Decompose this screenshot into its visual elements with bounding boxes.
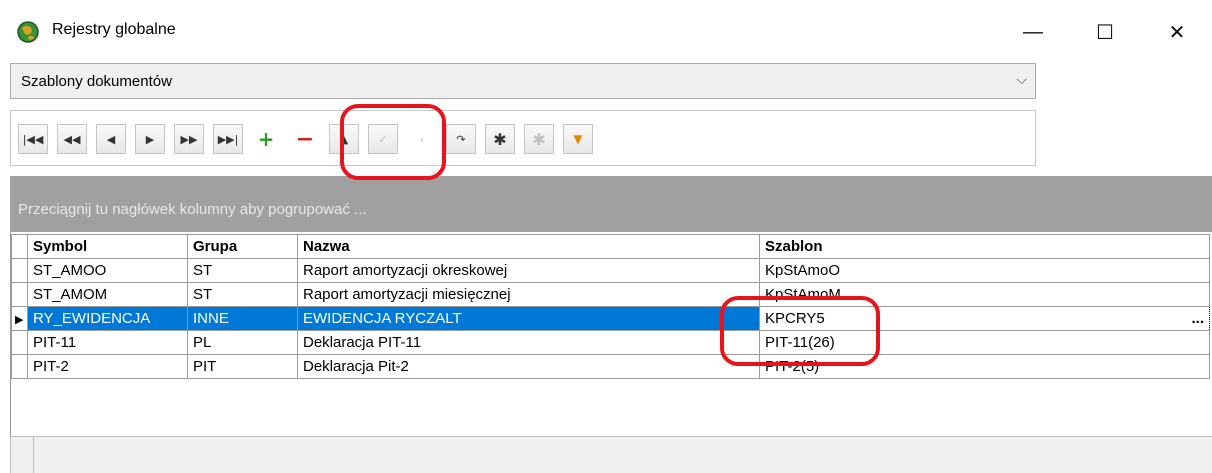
cell-grupa[interactable]: ST [187,282,298,307]
group-by-hint: Przeciągnij tu nagłówek kolumny aby pogr… [18,201,367,218]
add-record-button[interactable]: + [251,124,281,154]
group-by-panel[interactable]: Przeciągnij tu nagłówek kolumny aby pogr… [10,176,1212,232]
row-indicator: ▶ [11,306,28,331]
table-row[interactable]: ST_AMOO ST Raport amortyzacji okreskowej… [11,258,1210,283]
filter-disabled-button[interactable]: ✱ [524,124,554,154]
filter-button[interactable]: ▼ [563,124,593,154]
cell-grupa[interactable]: INNE [187,306,298,331]
maximize-icon: ☐ [1096,21,1114,44]
app-globe-icon [17,21,39,43]
minus-icon: − [295,126,315,152]
row-indicator [11,282,28,307]
cell-symbol[interactable]: ST_AMOO [27,258,188,283]
row-indicator [11,258,28,283]
register-select[interactable]: Szablony dokumentów ⌵ [10,63,1036,99]
refresh-button[interactable]: ↷ [446,124,476,154]
cell-grupa[interactable]: ST [187,258,298,283]
cell-symbol[interactable]: PIT-2 [27,354,188,379]
annotation-szablon-highlight [720,296,880,366]
first-record-button[interactable]: |◀◀ [18,124,48,154]
annotation-toolbar-highlight [340,104,446,180]
prev-record-icon: ◀ [106,132,116,146]
close-button[interactable]: ✕ [1154,14,1200,50]
cell-nazwa[interactable]: Deklaracja Pit-2 [297,354,760,379]
cell-grupa[interactable]: PL [187,330,298,355]
plus-icon: + [257,127,275,151]
cell-nazwa[interactable]: Raport amortyzacji okreskowej [297,258,760,283]
delete-record-button[interactable]: − [290,124,320,154]
footer-panel [33,437,1212,473]
chevron-down-icon[interactable]: ⌵ [1016,71,1027,88]
column-header-szablon[interactable]: Szablon [759,234,1210,259]
column-header-symbol[interactable]: Symbol [27,234,188,259]
row-indicator [11,354,28,379]
last-record-icon: ▶▶| [217,132,239,146]
ellipsis-button[interactable]: ... [1191,310,1204,327]
next-page-icon: ▶▶ [180,132,198,146]
navigator-toolbar: |◀◀ ◀◀ ◀ ▶ ▶▶ ▶▶| + − ▲ ✓ ‹ ↷ ✱ ✱ ▼ [10,110,1036,166]
grid-footer [10,436,1212,473]
maximize-button[interactable]: ☐ [1082,14,1128,50]
refresh-icon: ↷ [456,132,466,146]
asterisk-icon: ✱ [493,129,507,149]
cell-grupa[interactable]: PIT [187,354,298,379]
close-icon: ✕ [1168,21,1186,44]
row-indicator [11,330,28,355]
cell-nazwa[interactable]: EWIDENCJA RYCZALT [297,306,760,331]
register-select-value: Szablony dokumentów [21,73,172,90]
table-row-selected[interactable]: ▶ RY_EWIDENCJA INNE EWIDENCJA RYCZALT KP… [11,306,1210,331]
next-record-button[interactable]: ▶ [135,124,165,154]
first-record-icon: |◀◀ [22,132,44,146]
table-row[interactable]: ST_AMOM ST Raport amortyzacji miesięczne… [11,282,1210,307]
current-row-arrow-icon: ▶ [15,314,24,326]
minimize-button[interactable]: — [1010,14,1056,50]
cell-symbol[interactable]: PIT-11 [27,330,188,355]
cell-nazwa[interactable]: Raport amortyzacji miesięcznej [297,282,760,307]
prev-record-button[interactable]: ◀ [96,124,126,154]
window-title: Rejestry globalne [52,21,176,38]
next-record-icon: ▶ [145,132,155,146]
asterisk-disabled-icon: ✱ [532,129,546,149]
header-row: Symbol Grupa Nazwa Szablon [11,234,1210,259]
indicator-header [11,234,28,259]
table-row[interactable]: PIT-2 PIT Deklaracja Pit-2 PIT-2(5) [11,354,1210,379]
templates-table: Symbol Grupa Nazwa Szablon ST_AMOO ST Ra… [11,234,1210,379]
minimize-icon: — [1023,20,1043,43]
prev-page-icon: ◀◀ [63,132,81,146]
cell-nazwa[interactable]: Deklaracja PIT-11 [297,330,760,355]
next-page-button[interactable]: ▶▶ [174,124,204,154]
cell-symbol[interactable]: ST_AMOM [27,282,188,307]
funnel-icon: ▼ [573,132,583,146]
column-header-grupa[interactable]: Grupa [187,234,298,259]
table-row[interactable]: PIT-11 PL Deklaracja PIT-11 PIT-11(26) [11,330,1210,355]
column-header-nazwa[interactable]: Nazwa [297,234,760,259]
filter-clear-button[interactable]: ✱ [485,124,515,154]
title-bar: Rejestry globalne — ☐ ✕ [0,0,1212,62]
cell-szablon[interactable]: KpStAmoO [759,258,1210,283]
cell-symbol[interactable]: RY_EWIDENCJA [27,306,188,331]
last-record-button[interactable]: ▶▶| [213,124,243,154]
prev-page-button[interactable]: ◀◀ [57,124,87,154]
